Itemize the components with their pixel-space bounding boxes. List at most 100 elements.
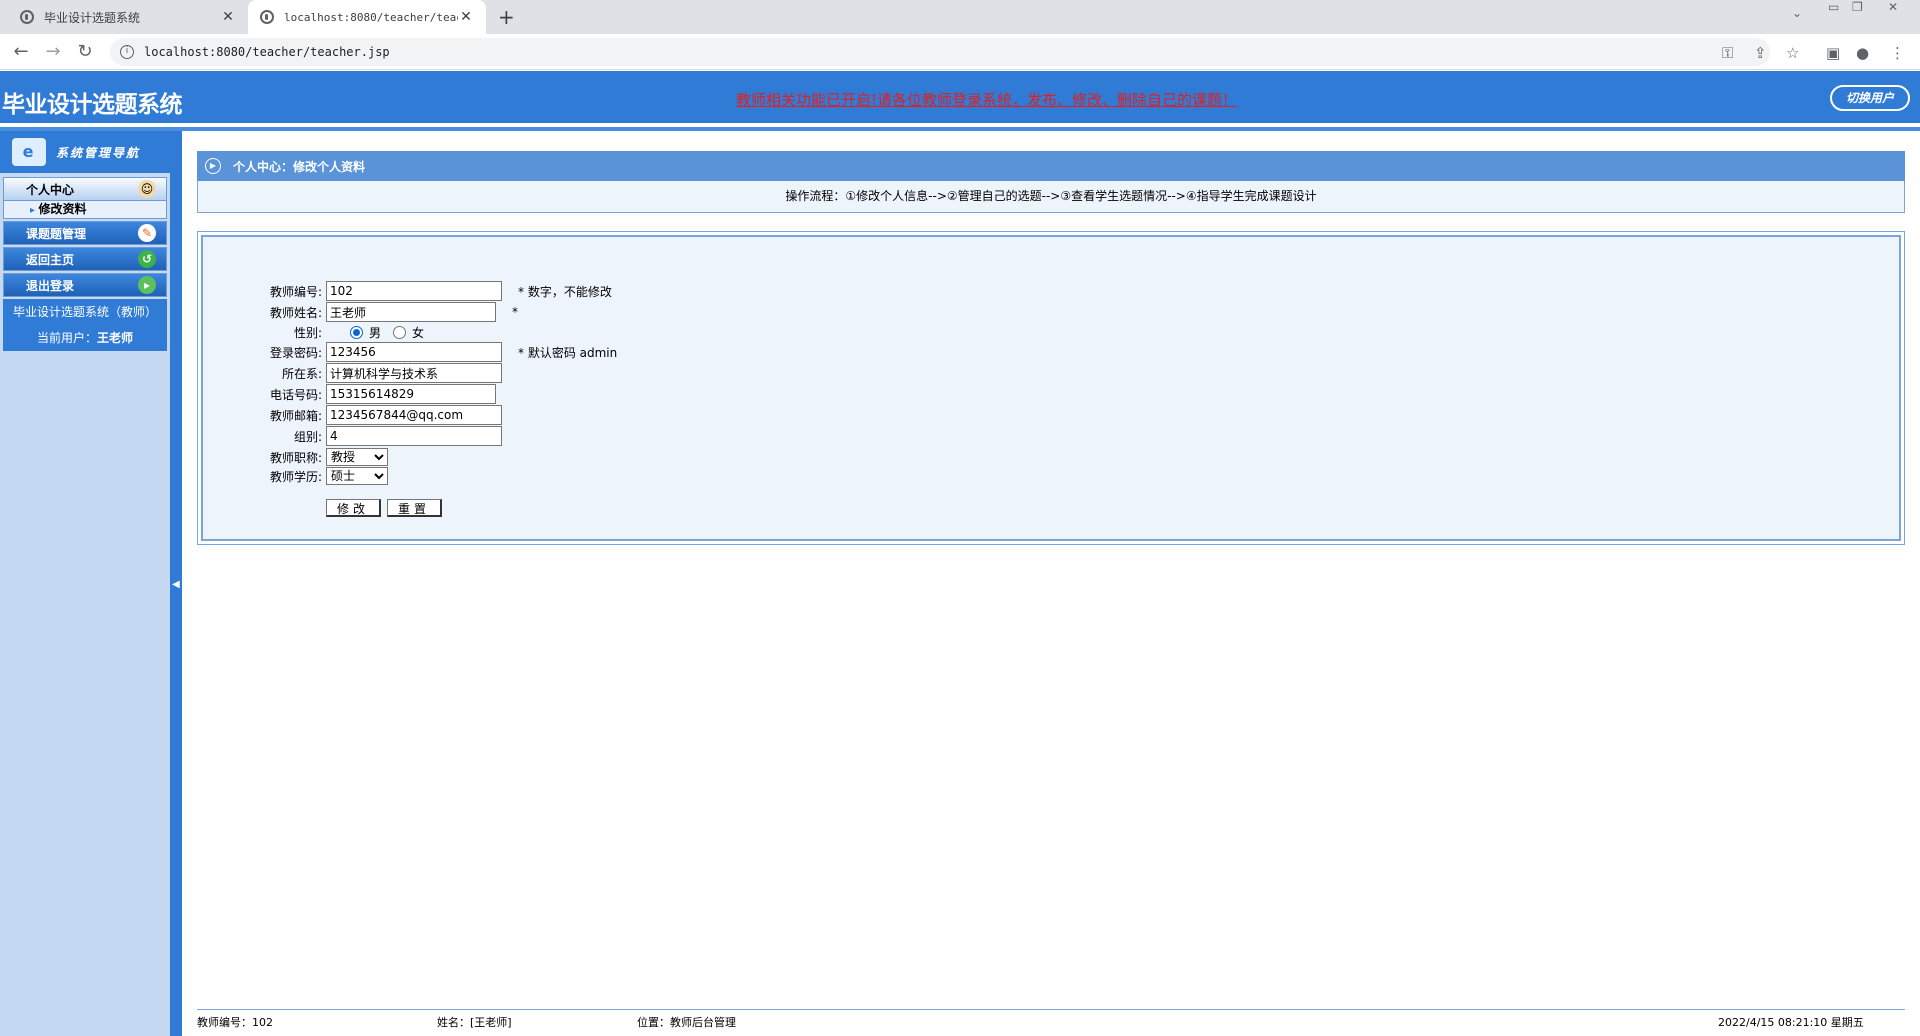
password-input[interactable]	[326, 342, 502, 362]
reset-button[interactable]: 重置	[387, 499, 443, 517]
current-user-label: 当前用户：	[36, 331, 97, 345]
panel-title: 个人中心：修改个人资料	[233, 159, 366, 174]
browser-tab-bar: 毕业设计选题系统 ✕ localhost:8080/teacher/teache…	[0, 0, 1920, 34]
email-label: 教师邮箱:	[269, 408, 322, 423]
teacher-name-hint: *	[512, 305, 518, 319]
form-row-group: 组别:	[203, 426, 502, 446]
menu-kebab-icon[interactable]: ⋮	[1890, 44, 1905, 62]
tab-title: 毕业设计选题系统	[44, 10, 141, 25]
teacher-name-input[interactable]	[326, 302, 496, 322]
tab-search-chevron-icon[interactable]: ⌄	[1792, 6, 1802, 26]
profile-form-frame: 教师编号: * 数字，不能修改 教师姓名: * 性别: 男 女	[197, 231, 1905, 545]
url-input[interactable]: i localhost:8080/teacher/teacher.jsp	[110, 38, 1770, 66]
notice-marquee[interactable]: 教师相关功能已开启!请各位教师登录系统，发布、修改、删除自己的课题！	[736, 89, 1237, 110]
sidebar-item-label: 返回主页	[26, 252, 75, 267]
back-icon[interactable]: ←	[10, 41, 32, 63]
url-text: localhost:8080/teacher/teacher.jsp	[144, 45, 390, 59]
gender-male-label: 男	[369, 325, 382, 340]
gender-female-label: 女	[412, 325, 425, 340]
sidebar-subitem-edit-profile[interactable]: 修改资料	[3, 201, 167, 219]
close-window-button[interactable]: ✕	[1888, 0, 1898, 20]
education-label: 教师学历:	[269, 469, 322, 484]
globe-icon	[20, 10, 34, 24]
browser-tab-1[interactable]: 毕业设计选题系统 ✕	[8, 0, 248, 34]
reload-icon[interactable]: ↻	[74, 41, 96, 63]
sidebar-collapse-bar[interactable]: ◀	[170, 131, 182, 1036]
radio-checked-icon[interactable]	[350, 325, 363, 339]
main-content: ▶ 个人中心：修改个人资料 操作流程：①修改个人信息-->②管理自己的选题-->…	[197, 151, 1905, 545]
browser-tab-2[interactable]: localhost:8080/teacher/teache ✕	[248, 0, 486, 34]
header-divider	[0, 127, 1920, 131]
new-tab-button[interactable]: +	[498, 5, 515, 29]
globe-icon	[260, 10, 274, 24]
gender-label: 性别:	[293, 325, 322, 340]
form-row-phone: 电话号码:	[203, 384, 496, 404]
form-row-department: 所在系:	[203, 363, 502, 383]
user-icon: ☺	[138, 180, 156, 198]
forward-icon[interactable]: →	[42, 41, 64, 63]
radio-unchecked-icon[interactable]	[393, 325, 407, 339]
teacher-id-input[interactable]	[326, 281, 502, 301]
education-select[interactable]: 硕士	[326, 467, 388, 485]
sidebar-item-label: 课题题管理	[26, 226, 87, 241]
profile-form: 教师编号: * 数字，不能修改 教师姓名: * 性别: 男 女	[201, 235, 1901, 541]
sidebar-item-label: 退出登录	[26, 278, 75, 293]
bookmark-star-icon[interactable]: ☆	[1786, 44, 1799, 62]
site-info-icon[interactable]: i	[120, 45, 134, 59]
form-row-email: 教师邮箱:	[203, 405, 502, 425]
sidebar-item-label: 个人中心	[26, 182, 75, 197]
form-row-password: 登录密码: * 默认密码 admin	[203, 342, 617, 362]
submit-button[interactable]: 修改	[326, 499, 382, 517]
teacher-id-hint: * 数字，不能修改	[518, 284, 612, 299]
form-row-teacher-id: 教师编号: * 数字，不能修改	[203, 281, 612, 301]
sidebar-item-personal-center[interactable]: 个人中心 ☺	[3, 177, 167, 201]
sidebar-item-home[interactable]: 返回主页 ↺	[3, 247, 167, 271]
system-title: 毕业设计选题系统	[2, 92, 183, 118]
form-row-gender: 性别: 男 女	[203, 322, 424, 342]
switch-user-button[interactable]: 切换用户	[1830, 85, 1910, 111]
form-actions: 修改 重置	[203, 498, 443, 518]
sidebar-logo-text: 系统管理导航	[56, 145, 141, 160]
sidebar-logo: e 系统管理导航	[0, 131, 170, 173]
phone-input[interactable]	[326, 384, 496, 404]
close-tab-icon[interactable]: ✕	[220, 9, 236, 25]
sidebar-subitem-label: 修改资料	[38, 202, 87, 216]
title-rank-select[interactable]: 教授	[326, 448, 388, 466]
password-hint: * 默认密码 admin	[518, 345, 618, 360]
arrow-circle-icon: ▶	[205, 158, 221, 174]
department-input[interactable]	[326, 363, 502, 383]
side-panel-icon[interactable]: ▣	[1826, 44, 1840, 62]
edit-icon: ✎	[138, 224, 156, 242]
phone-label: 电话号码:	[269, 387, 322, 402]
profile-icon[interactable]: ●	[1856, 44, 1869, 62]
sidebar: e 系统管理导航 个人中心 ☺ 修改资料 课题题管理 ✎ 返回主页 ↺ 退出登录…	[0, 131, 170, 1036]
operation-flow: 操作流程：①修改个人信息-->②管理自己的选题-->③查看学生选题情况-->④指…	[197, 181, 1905, 213]
form-row-teacher-name: 教师姓名: *	[203, 302, 518, 322]
close-tab-icon[interactable]: ✕	[458, 9, 474, 25]
teacher-id-label: 教师编号:	[269, 284, 322, 299]
share-icon[interactable]: ⇪	[1754, 44, 1767, 62]
restore-button[interactable]: ❐	[1852, 0, 1863, 20]
computer-icon: e	[12, 138, 46, 166]
password-label: 登录密码:	[269, 345, 322, 360]
footer-name: 姓名：[王老师]	[437, 1016, 512, 1029]
key-icon[interactable]: ⚿	[1722, 44, 1733, 62]
gender-female-radio[interactable]: 女	[393, 324, 424, 341]
panel-title-bar: ▶ 个人中心：修改个人资料	[197, 151, 1905, 181]
form-row-title-rank: 教师职称: 教授	[203, 447, 388, 467]
footer-datetime: 2022/4/15 08:21:10 星期五	[1718, 1016, 1864, 1029]
email-input[interactable]	[326, 405, 502, 425]
exit-icon: ▸	[138, 276, 156, 294]
sidebar-item-topic-management[interactable]: 课题题管理 ✎	[3, 221, 167, 245]
sidebar-item-logout[interactable]: 退出登录 ▸	[3, 273, 167, 297]
footer-location: 位置：教师后台管理	[637, 1016, 736, 1029]
group-input[interactable]	[326, 426, 502, 446]
footer-teacher-id: 教师编号：102	[197, 1016, 273, 1029]
gender-male-radio[interactable]: 男	[350, 324, 381, 341]
minimize-button[interactable]: ▭	[1828, 0, 1839, 20]
collapse-arrow-icon[interactable]: ◀	[172, 579, 180, 590]
department-label: 所在系:	[281, 366, 322, 381]
address-bar: ← → ↻ i localhost:8080/teacher/teacher.j…	[0, 34, 1920, 70]
group-label: 组别:	[293, 429, 322, 444]
footer-divider	[197, 1009, 1905, 1010]
